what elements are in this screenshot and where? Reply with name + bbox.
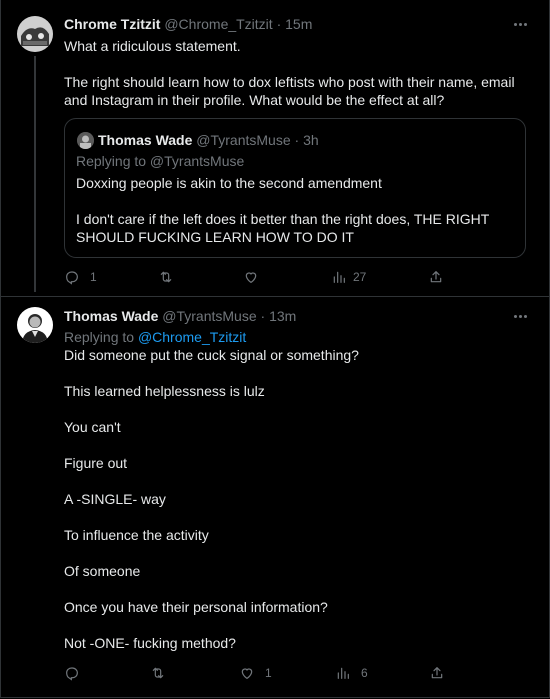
author-name[interactable]: Thomas Wade — [64, 308, 158, 324]
replying-to-handle[interactable]: @Chrome_Tzitzit — [138, 329, 246, 345]
avatar-image — [77, 132, 94, 149]
retweet-icon — [160, 271, 172, 283]
tweet-paragraph: The right should learn how to dox leftis… — [64, 74, 519, 108]
tweet-text: Did someone put the cuck signal or somet… — [64, 346, 534, 670]
quote-text: Doxxing people is akin to the second ame… — [76, 174, 516, 246]
author-handle[interactable]: @TyrantsMuse — [162, 308, 256, 324]
thread-line — [34, 56, 36, 292]
tweet-text: What a ridiculous statement. The right s… — [64, 37, 534, 127]
views-button[interactable]: 27 — [331, 268, 366, 286]
share-icon — [431, 667, 443, 679]
replying-to-label: Replying to — [64, 329, 138, 345]
reply-button[interactable] — [64, 664, 90, 682]
like-button[interactable] — [243, 268, 269, 286]
author-name[interactable]: Chrome Tzitzit — [64, 16, 160, 32]
tweet-paragraph: Of someone — [64, 563, 141, 579]
views-count: 27 — [353, 270, 367, 284]
retweet-button[interactable] — [150, 664, 176, 682]
share-button[interactable] — [428, 268, 444, 286]
tweet-paragraph: Once you have their personal information… — [64, 599, 328, 615]
tweet-paragraph: You can't — [64, 419, 121, 435]
timestamp[interactable]: · 13m — [257, 308, 297, 324]
quote-replying-to: Replying to @TyrantsMuse — [76, 153, 245, 169]
retweet-button[interactable] — [158, 268, 184, 286]
tweet-header: Chrome Tzitzit @Chrome_Tzitzit · 15m — [64, 15, 312, 33]
avatar-image — [17, 16, 53, 52]
reply-icon — [66, 271, 78, 285]
quote-paragraph: Doxxing people is akin to the second ame… — [76, 175, 382, 191]
like-button[interactable]: 1 — [239, 664, 272, 682]
tweet-paragraph: Did someone put the cuck signal or somet… — [64, 347, 359, 363]
quote-header: Thomas Wade @TyrantsMuse · 3h — [98, 131, 319, 149]
tweet-paragraph: To influence the activity — [64, 527, 209, 543]
tweet-actions: 1 27 — [64, 268, 454, 286]
avatar[interactable] — [17, 307, 53, 343]
reply-button[interactable]: 1 — [64, 268, 97, 286]
more-icon[interactable] — [512, 16, 528, 32]
tweet-paragraph: What a ridiculous statement. — [64, 38, 241, 54]
views-count: 6 — [361, 666, 368, 680]
tweet-header: Thomas Wade @TyrantsMuse · 13m — [64, 307, 296, 325]
share-icon — [430, 271, 442, 283]
quote-avatar — [77, 132, 94, 149]
quote-timestamp: · 3h — [290, 132, 319, 148]
tweet-chrome-tzitzit[interactable]: Chrome Tzitzit @Chrome_Tzitzit · 15m Wha… — [0, 0, 550, 296]
tweet-paragraph: A -SINGLE- way — [64, 491, 166, 507]
tweet-actions: 1 6 — [64, 664, 454, 682]
heart-icon — [245, 272, 257, 284]
timestamp[interactable]: · 15m — [273, 16, 313, 32]
avatar-image — [17, 307, 53, 343]
views-icon — [337, 667, 349, 679]
tweet-paragraph: Figure out — [64, 455, 128, 471]
quoted-tweet[interactable]: Thomas Wade @TyrantsMuse · 3h Replying t… — [64, 118, 526, 258]
quote-author-handle: @TyrantsMuse — [196, 132, 291, 148]
more-icon[interactable] — [512, 308, 528, 324]
like-count: 1 — [265, 666, 272, 680]
heart-icon — [241, 668, 253, 680]
share-button[interactable] — [429, 664, 445, 682]
reply-count: 1 — [90, 270, 97, 284]
retweet-icon — [152, 667, 164, 679]
author-handle[interactable]: @Chrome_Tzitzit — [164, 16, 272, 32]
views-icon — [333, 271, 345, 283]
tweet-thomas-wade[interactable]: Thomas Wade @TyrantsMuse · 13m Replying … — [0, 297, 550, 699]
reply-icon — [66, 667, 78, 681]
replying-to: Replying to @Chrome_Tzitzit — [64, 328, 246, 346]
avatar[interactable] — [17, 16, 53, 52]
tweet-paragraph: Not -ONE- fucking method? — [64, 635, 236, 651]
views-button[interactable]: 6 — [335, 664, 368, 682]
tweet-paragraph: This learned helplessness is lulz — [64, 383, 265, 399]
quote-paragraph: I don't care if the left does it better … — [76, 211, 493, 245]
quote-author-name: Thomas Wade — [98, 132, 193, 148]
